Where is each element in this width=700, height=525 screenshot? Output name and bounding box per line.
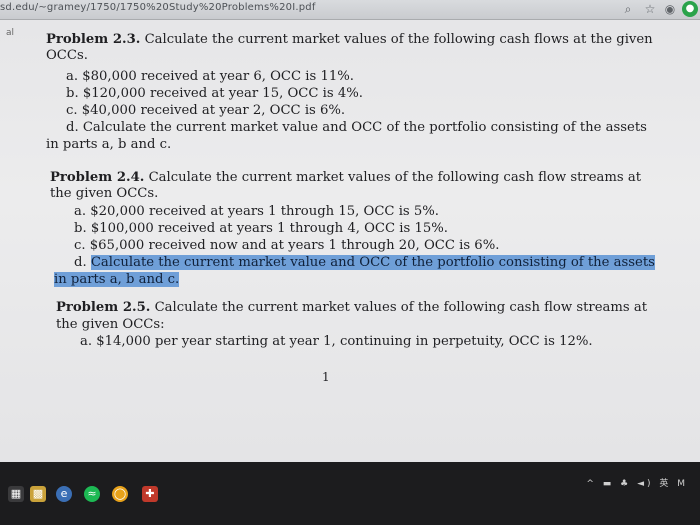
list-item: d. Calculate the current market value an… bbox=[66, 120, 647, 135]
list-item: a. $20,000 received at years 1 through 1… bbox=[74, 204, 439, 219]
text-line: the given OCCs: bbox=[56, 317, 165, 332]
list-item: a. $14,000 per year starting at year 1, … bbox=[80, 334, 593, 349]
problem-2-5-heading: Problem 2.5. Calculate the current marke… bbox=[56, 300, 647, 316]
chrome-icon[interactable]: ◯ bbox=[112, 486, 128, 502]
start-icon[interactable]: ▦ bbox=[8, 486, 24, 502]
spotify-icon[interactable]: ≈ bbox=[84, 486, 100, 502]
margin-mark: al bbox=[6, 28, 15, 38]
page-number: 1 bbox=[322, 370, 330, 384]
text-line: the given OCCs. bbox=[50, 186, 159, 201]
text-selection[interactable]: in parts a, b and c. bbox=[54, 272, 180, 287]
selected-list-item[interactable]: d. Calculate the current market value an… bbox=[74, 255, 655, 271]
edge-icon[interactable]: e bbox=[56, 486, 72, 502]
list-item: c. $65,000 received now and at years 1 t… bbox=[74, 238, 500, 253]
list-item-prefix: d. bbox=[74, 255, 91, 270]
problem-label: Problem 2.4. bbox=[50, 170, 145, 185]
problem-text: Calculate the current market values of t… bbox=[150, 300, 648, 315]
address-bar[interactable]: sd.edu/~gramey/1750/1750%20Study%20Probl… bbox=[0, 2, 316, 13]
taskbar: ▦ ▩ e ≈ ◯ ✚ ^ ▬ ♣ ◄) 英 M bbox=[0, 462, 700, 525]
bookmark-star-icon[interactable]: ☆ bbox=[642, 1, 658, 17]
list-item: b. $100,000 received at years 1 through … bbox=[74, 221, 448, 236]
text-line: OCCs. bbox=[46, 48, 88, 63]
text-line: in parts a, b and c. bbox=[46, 137, 172, 152]
foxit-icon[interactable]: ✚ bbox=[142, 486, 158, 502]
problem-label: Problem 2.3. bbox=[46, 32, 141, 47]
problem-text: Calculate the current market values of t… bbox=[144, 170, 642, 185]
pdf-page: al Problem 2.3. Calculate the current ma… bbox=[0, 20, 700, 462]
problem-2-3-heading: Problem 2.3. Calculate the current marke… bbox=[46, 32, 653, 48]
selected-text-line[interactable]: in parts a, b and c. bbox=[54, 272, 180, 288]
browser-toolbar: sd.edu/~gramey/1750/1750%20Study%20Probl… bbox=[0, 0, 700, 20]
text-selection[interactable]: Calculate the current market value and O… bbox=[90, 255, 655, 270]
extension-green-icon[interactable]: ● bbox=[682, 1, 698, 17]
zoom-icon[interactable]: ⌕ bbox=[620, 1, 636, 17]
extension-icon[interactable]: ◉ bbox=[662, 1, 678, 17]
list-item: c. $40,000 received at year 2, OCC is 6%… bbox=[66, 103, 346, 118]
file-explorer-icon[interactable]: ▩ bbox=[30, 486, 46, 502]
problem-text: Calculate the current market values of t… bbox=[140, 32, 653, 47]
system-tray[interactable]: ^ ▬ ♣ ◄) 英 M bbox=[586, 476, 688, 489]
problem-2-4-heading: Problem 2.4. Calculate the current marke… bbox=[50, 170, 641, 186]
problem-label: Problem 2.5. bbox=[56, 300, 151, 315]
list-item: b. $120,000 received at year 15, OCC is … bbox=[66, 86, 363, 101]
list-item: a. $80,000 received at year 6, OCC is 11… bbox=[66, 69, 354, 84]
